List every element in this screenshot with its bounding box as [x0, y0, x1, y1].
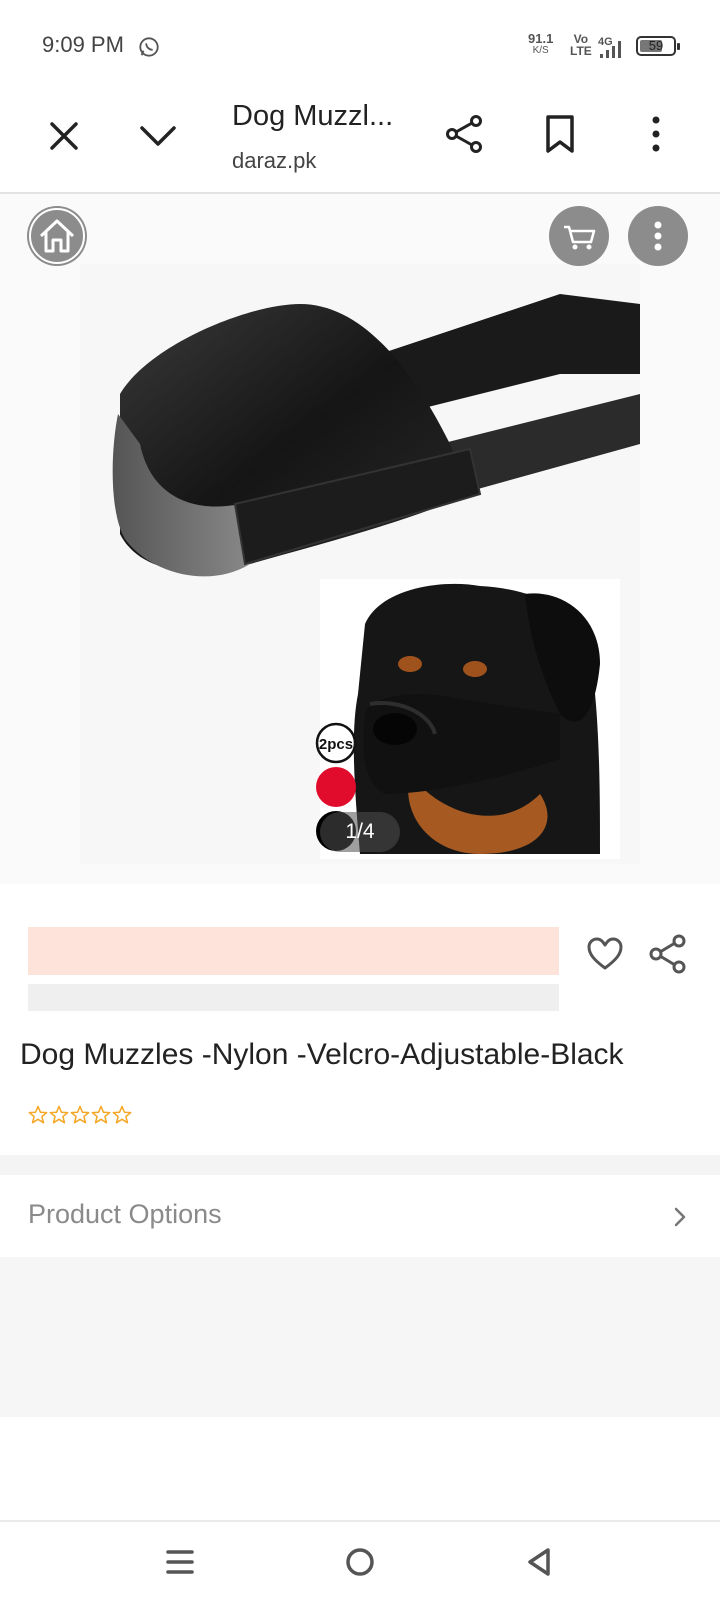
price-line-placeholder [28, 984, 559, 1011]
status-bar: 9:09 PM 91.1 K/S Vo LTE 4G 59 [0, 0, 720, 90]
browser-toolbar: Dog Muzzl... daraz.pk [0, 90, 720, 194]
svg-text:4G: 4G [598, 36, 613, 48]
chevron-down-icon[interactable] [138, 116, 178, 156]
network-speed: 91.1 K/S [528, 31, 554, 56]
share-icon[interactable] [648, 934, 688, 974]
more-vert-icon[interactable] [636, 114, 676, 154]
star-icon [28, 1105, 48, 1124]
system-navigation-bar [0, 1520, 720, 1602]
bookmark-icon[interactable] [540, 114, 580, 154]
page-domain: daraz.pk [232, 148, 317, 173]
star-icon [91, 1105, 111, 1124]
share-icon[interactable] [444, 114, 484, 154]
content-placeholder [0, 1257, 720, 1417]
price-banner-placeholder [28, 927, 559, 975]
whatsapp-icon [139, 37, 159, 57]
cart-button[interactable] [549, 206, 609, 266]
cart-icon [564, 225, 596, 250]
section-divider [0, 1155, 720, 1175]
close-icon[interactable] [44, 116, 84, 156]
back-icon[interactable] [520, 1542, 560, 1582]
star-icon [70, 1105, 90, 1124]
rating-stars [28, 1105, 133, 1127]
volte-indicator: Vo LTE [570, 32, 592, 58]
product-options-label: Product Options [28, 1199, 222, 1229]
home-circle-icon[interactable] [340, 1542, 380, 1582]
product-title: Dog Muzzles -Nylon -Velcro-Adjustable-Bl… [20, 1038, 624, 1071]
image-pager: 1/4 [320, 812, 400, 852]
home-button[interactable] [27, 206, 87, 266]
home-icon [29, 208, 85, 264]
status-time: 9:09 PM [42, 32, 124, 57]
product-image-gallery[interactable]: 2pcs 1/4 [0, 194, 720, 884]
battery-icon: 59 [636, 36, 680, 56]
battery-level: 59 [648, 38, 664, 53]
more-vert-icon [654, 221, 662, 251]
star-icon [49, 1105, 69, 1124]
heart-icon[interactable] [586, 936, 624, 972]
page-title: Dog Muzzl... [232, 100, 394, 132]
signal-4g-icon: 4G [598, 36, 621, 58]
star-icon [112, 1105, 132, 1124]
product-options-row[interactable]: Product Options [0, 1175, 720, 1257]
recent-apps-icon[interactable] [160, 1542, 200, 1582]
chevron-right-icon [674, 1207, 686, 1227]
pack-badge: 2pcs [319, 736, 353, 753]
more-options-button[interactable] [628, 206, 688, 266]
product-image: 2pcs [80, 264, 640, 864]
